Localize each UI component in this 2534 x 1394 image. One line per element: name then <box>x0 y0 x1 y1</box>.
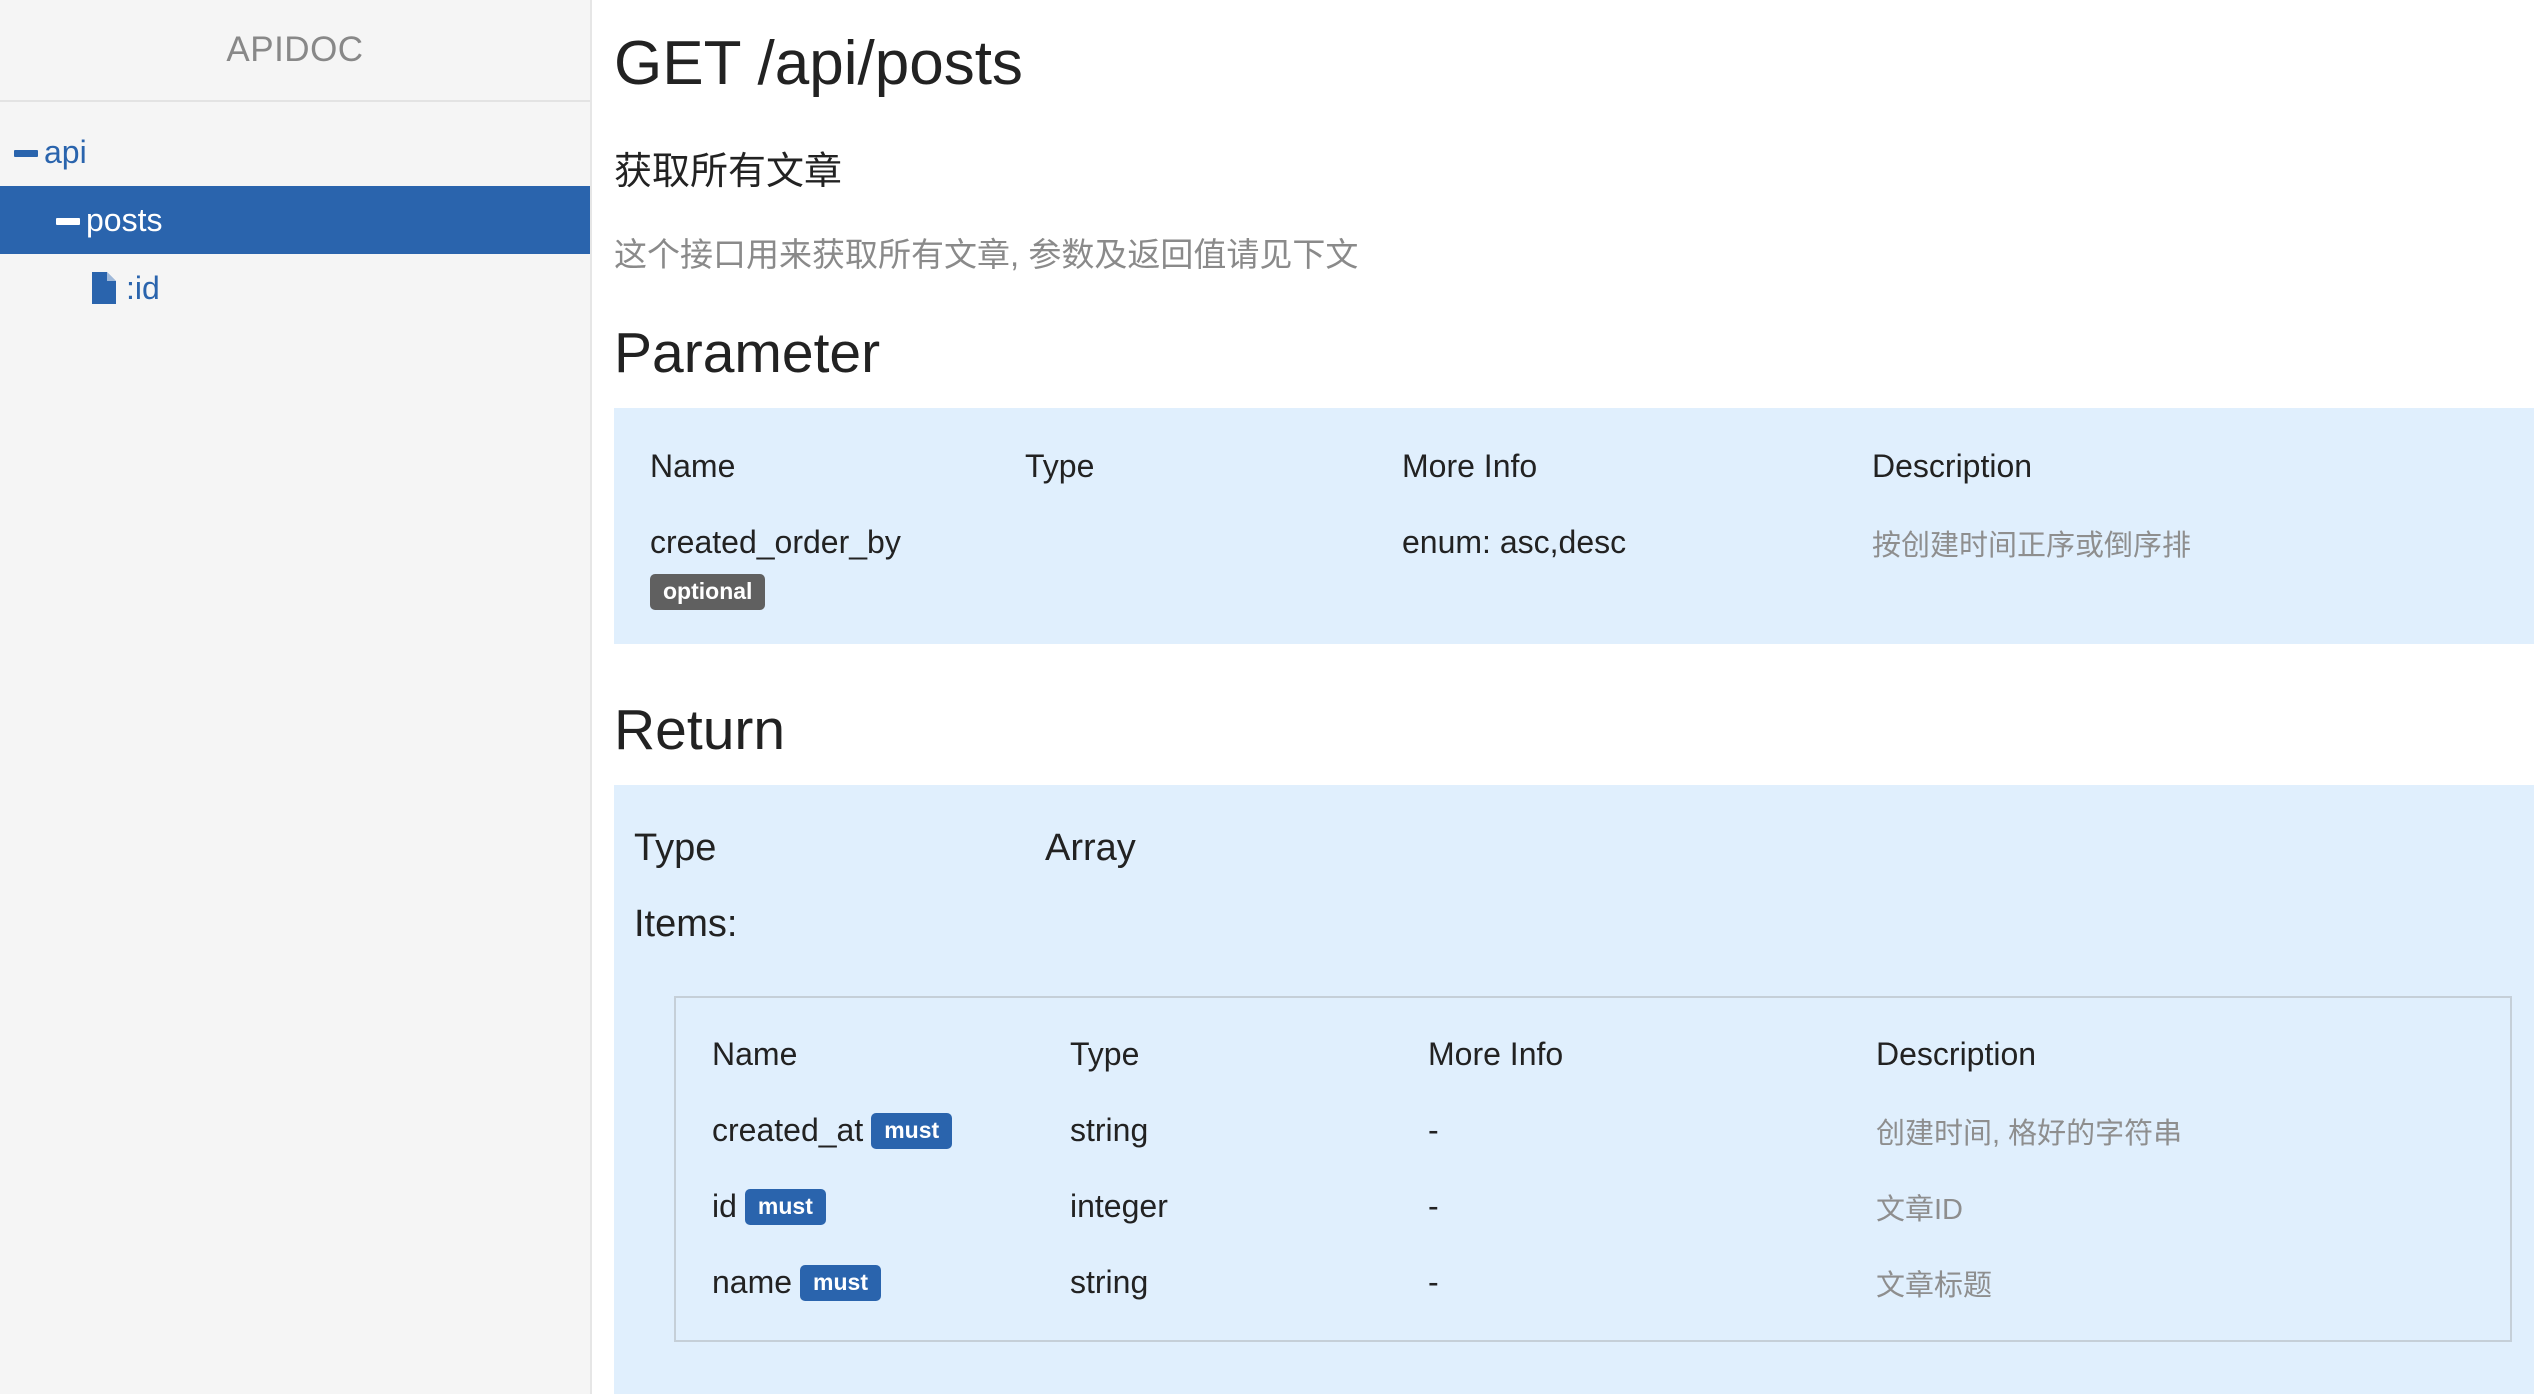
tree-item-api[interactable]: api <box>0 118 590 186</box>
field-type: string <box>1070 1264 1149 1300</box>
field-description: 文章ID <box>1876 1194 1964 1226</box>
column-header-more-info: More Info <box>1402 448 1538 484</box>
file-icon <box>92 272 116 304</box>
page-title: GET /api/posts <box>614 29 1023 98</box>
return-heading: Return <box>614 698 786 762</box>
field-name: id <box>712 1188 737 1224</box>
sidebar: APIDOC api posts :id <box>0 0 592 1394</box>
field-more-info: - <box>1428 1112 1439 1148</box>
field-description: 文章标题 <box>1876 1270 1993 1302</box>
tree-item-posts[interactable]: posts <box>0 186 590 254</box>
column-header-type: Type <box>1025 448 1095 484</box>
column-header-name: Name <box>712 1036 798 1072</box>
main-content: GET /api/posts 获取所有文章 这个接口用来获取所有文章, 参数及返… <box>614 0 2534 1394</box>
tree-item-label: posts <box>86 201 163 238</box>
field-name: name <box>712 1264 793 1300</box>
param-name: created_order_by <box>650 524 901 560</box>
field-more-info: - <box>1428 1264 1439 1300</box>
parameter-heading: Parameter <box>614 321 881 385</box>
tree-item-id[interactable]: :id <box>0 254 590 322</box>
param-description: 按创建时间正序或倒序排 <box>1872 530 2192 562</box>
table-row: id must <box>712 1188 826 1225</box>
brand-logo[interactable]: APIDOC <box>0 0 590 102</box>
optional-badge: optional <box>650 570 766 610</box>
must-badge: must <box>871 1113 953 1149</box>
column-header-type: Type <box>1070 1036 1140 1072</box>
column-header-more-info: More Info <box>1428 1036 1564 1072</box>
must-badge: must <box>800 1265 881 1301</box>
column-header-description: Description <box>1872 448 2033 484</box>
field-type: string <box>1070 1112 1149 1148</box>
table-row: created_at must <box>712 1112 953 1149</box>
field-type: integer <box>1070 1188 1168 1224</box>
parameter-table: Name Type More Info Description created_… <box>614 408 2534 644</box>
minus-icon[interactable] <box>14 149 38 157</box>
param-more-info: enum: asc,desc <box>1402 524 1627 560</box>
return-type-label: Type <box>634 827 717 869</box>
field-description: 创建时间, 格好的字符串 <box>1876 1118 2183 1150</box>
endpoint-description: 这个接口用来获取所有文章, 参数及返回值请见下文 <box>614 236 1359 273</box>
column-header-name: Name <box>650 448 736 484</box>
field-more-info: - <box>1428 1188 1439 1224</box>
api-tree: api posts :id <box>0 102 590 322</box>
field-name: created_at <box>712 1112 864 1148</box>
endpoint-summary: 获取所有文章 <box>614 151 843 193</box>
app: APIDOC api posts :id GET /api/posts 获取所有… <box>0 0 2534 1394</box>
tree-item-label: :id <box>126 269 160 306</box>
tree-item-label: api <box>44 133 87 170</box>
minus-icon[interactable] <box>56 217 80 225</box>
must-badge: must <box>744 1189 826 1225</box>
return-type-value: Array <box>1045 827 1136 869</box>
column-header-description: Description <box>1876 1036 2037 1072</box>
return-items-table: Name Type More Info Description created_… <box>674 996 2512 1342</box>
return-panel: Type Array Items: Name Type More Info De… <box>614 785 2534 1394</box>
return-items-label: Items: <box>634 903 738 945</box>
table-row: name must <box>712 1264 881 1301</box>
badge-label: optional <box>650 574 766 610</box>
